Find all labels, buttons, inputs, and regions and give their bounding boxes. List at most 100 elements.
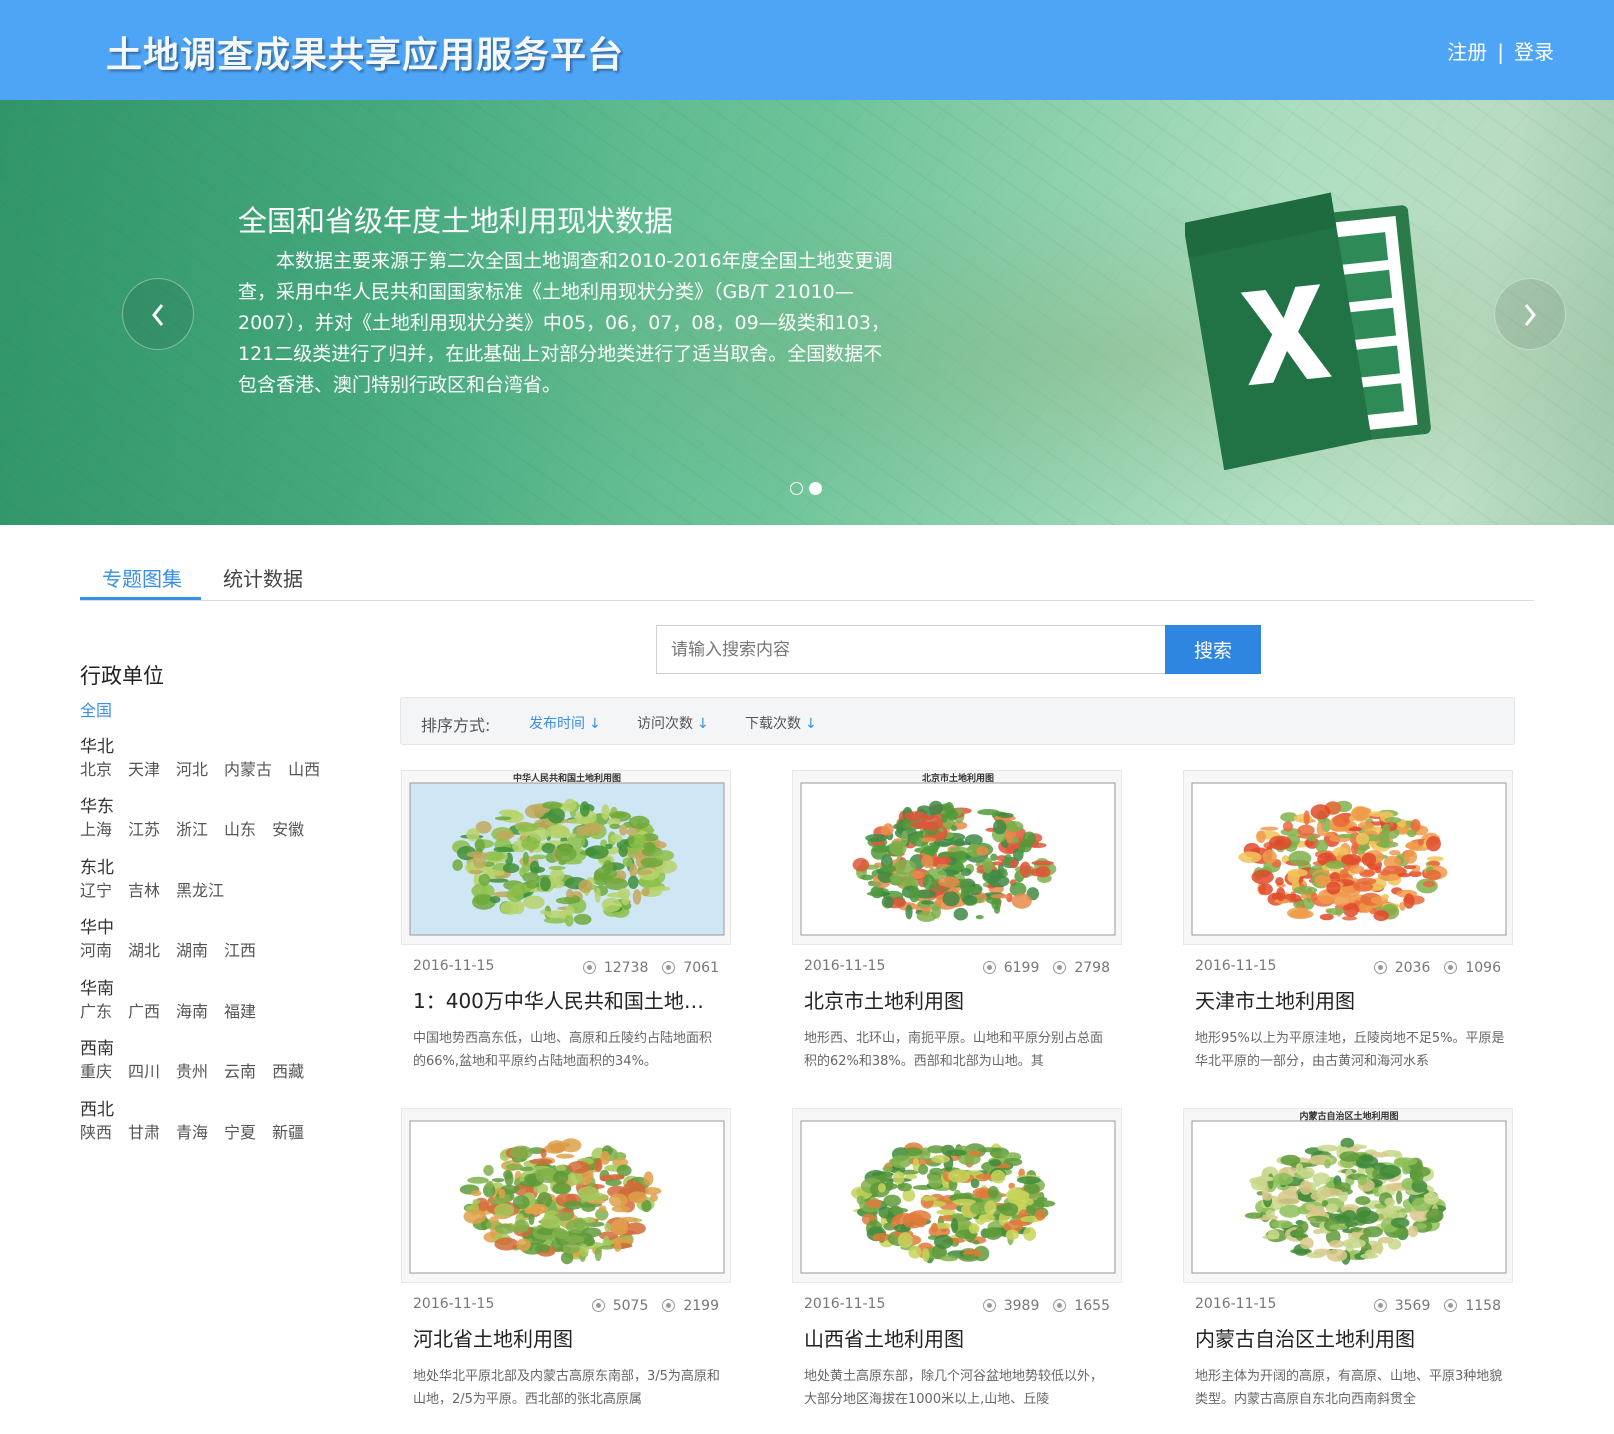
- province-link[interactable]: 内蒙古: [224, 760, 272, 779]
- province-link[interactable]: 福建: [224, 1002, 256, 1021]
- search-button[interactable]: 搜索: [1165, 625, 1261, 674]
- map-thumbnail[interactable]: [401, 1108, 731, 1283]
- land-use-map-image: 中华人民共和国土地利用图: [409, 772, 725, 936]
- province-link[interactable]: 贵州: [176, 1062, 208, 1081]
- site-title[interactable]: 土地调查成果共享应用服务平台: [106, 26, 624, 78]
- province-link[interactable]: 宁夏: [224, 1123, 256, 1142]
- map-thumbnail[interactable]: 中华人民共和国土地利用图: [401, 770, 731, 945]
- map-card[interactable]: 2016-11-15 3989 1655 山西省土地利用图 地处黄土高原东部，除几个河谷…: [792, 1108, 1122, 1423]
- map-card[interactable]: 2016-11-15 5075 2199 河北省土地利用图 地处华北平原北部及内蒙古高原…: [401, 1108, 731, 1423]
- card-title[interactable]: 山西省土地利用图: [804, 1323, 1114, 1352]
- view-count-icon: [982, 961, 996, 974]
- tab-statistics[interactable]: 统计数据: [223, 563, 303, 592]
- carousel-next-button[interactable]: [1494, 278, 1566, 350]
- card-stats: 2036 1096: [1360, 960, 1501, 976]
- register-link[interactable]: 注册: [1447, 40, 1487, 64]
- region-name[interactable]: 华中: [80, 913, 272, 938]
- province-link[interactable]: 上海: [80, 820, 112, 839]
- map-thumbnail[interactable]: 北京市土地利用图: [792, 770, 1122, 945]
- download-count: 1655: [1074, 1298, 1110, 1314]
- province-link[interactable]: 云南: [224, 1062, 256, 1081]
- province-link[interactable]: 新疆: [272, 1123, 304, 1142]
- province-link[interactable]: 广东: [80, 1002, 112, 1021]
- province-link[interactable]: 河北: [176, 760, 208, 779]
- province-link[interactable]: 广西: [128, 1002, 160, 1021]
- land-use-map-image: 北京市土地利用图: [800, 772, 1116, 936]
- province-link[interactable]: 山西: [288, 760, 320, 779]
- region-name[interactable]: 西南: [80, 1034, 320, 1059]
- region-group: 东北辽宁 吉林 黑龙江: [80, 853, 240, 901]
- view-count-icon: [982, 1299, 996, 1312]
- province-link[interactable]: 安徽: [272, 820, 304, 839]
- province-link[interactable]: 辽宁: [80, 881, 112, 900]
- province-link[interactable]: 黑龙江: [176, 881, 224, 900]
- view-count: 6199: [1003, 960, 1040, 976]
- province-link[interactable]: 山东: [224, 820, 256, 839]
- download-count: 7061: [683, 960, 719, 976]
- card-title[interactable]: 天津市土地利用图: [1195, 985, 1505, 1014]
- banner-title: 全国和省级年度土地利用现状数据: [238, 204, 674, 238]
- region-group: 西北陕西 甘肃 青海 宁夏 新疆: [80, 1095, 320, 1143]
- region-group: 华东上海 江苏 浙江 山东 安徽: [80, 792, 320, 840]
- card-description: 地处华北平原北部及内蒙古高原东南部，3/5为高原和山地，2/5为平原。西北部的张…: [413, 1369, 720, 1407]
- card-title[interactable]: 内蒙古自治区土地利用图: [1195, 1323, 1505, 1352]
- region-name[interactable]: 西北: [80, 1095, 320, 1120]
- sidebar-item-nation[interactable]: 全国: [80, 697, 112, 721]
- province-link[interactable]: 江西: [224, 941, 256, 960]
- province-link[interactable]: 湖南: [176, 941, 208, 960]
- login-link[interactable]: 登录: [1514, 40, 1554, 64]
- province-link[interactable]: 吉林: [128, 881, 160, 900]
- auth-separator: |: [1497, 40, 1504, 64]
- arrow-down-icon: ↓: [589, 716, 601, 732]
- province-link[interactable]: 江苏: [128, 820, 160, 839]
- province-link[interactable]: 浙江: [176, 820, 208, 839]
- region-group: 华南广东 广西 海南 福建: [80, 974, 272, 1022]
- sort-by-publish-time[interactable]: 发布时间 ↓: [529, 713, 601, 733]
- view-count: 3569: [1394, 1298, 1431, 1314]
- province-link[interactable]: 重庆: [80, 1062, 112, 1081]
- map-card[interactable]: 内蒙古自治区土地利用图 2016-11-15 3569 1158 内蒙古自治区土地利用图…: [1183, 1108, 1513, 1423]
- carousel-prev-button[interactable]: [122, 278, 194, 350]
- card-title[interactable]: 1：400万中华人民共和国土地利用图: [413, 985, 723, 1014]
- card-title[interactable]: 河北省土地利用图: [413, 1323, 723, 1352]
- tab-thematic-atlas[interactable]: 专题图集: [102, 563, 182, 592]
- map-card[interactable]: 北京市土地利用图 2016-11-15 6199 2798 北京市土地利用图 地形西、北环…: [792, 770, 1122, 1085]
- sort-by-downloads[interactable]: 下载次数 ↓: [745, 713, 817, 733]
- province-link[interactable]: 河南: [80, 941, 112, 960]
- province-link[interactable]: 天津: [128, 760, 160, 779]
- province-link[interactable]: 西藏: [272, 1062, 304, 1081]
- map-card[interactable]: 中华人民共和国土地利用图 2016-11-15 12738 7061 1：400万中华人…: [401, 770, 731, 1085]
- province-link[interactable]: 海南: [176, 1002, 208, 1021]
- region-name[interactable]: 华南: [80, 974, 272, 999]
- region-name[interactable]: 东北: [80, 853, 240, 878]
- publish-date: 2016-11-15: [804, 958, 886, 974]
- publish-date: 2016-11-15: [1195, 1296, 1277, 1312]
- map-thumbnail[interactable]: 内蒙古自治区土地利用图: [1183, 1108, 1513, 1283]
- sort-by-visits[interactable]: 访问次数 ↓: [637, 713, 709, 733]
- province-link[interactable]: 四川: [128, 1062, 160, 1081]
- banner-carousel[interactable]: 全国和省级年度土地利用现状数据 本数据主要来源于第二次全国土地调查和2010-2…: [0, 100, 1614, 525]
- carousel-dot-2[interactable]: [809, 482, 822, 495]
- map-thumbnail[interactable]: [792, 1108, 1122, 1283]
- download-count-icon: [662, 1299, 676, 1312]
- map-thumbnail-title: 中华人民共和国土地利用图: [513, 772, 621, 784]
- card-description: 地形主体为开阔的高原，有高原、山地、平原3种地貌类型。内蒙古高原自东北向西南斜贯…: [1195, 1369, 1503, 1407]
- search-input[interactable]: [656, 625, 1166, 674]
- chevron-left-icon: [152, 304, 164, 326]
- sort-label: 排序方式:: [421, 716, 491, 735]
- province-link[interactable]: 陕西: [80, 1123, 112, 1142]
- card-title[interactable]: 北京市土地利用图: [804, 985, 1114, 1014]
- province-link[interactable]: 湖北: [128, 941, 160, 960]
- category-tabs: 专题图集 统计数据: [80, 545, 1534, 601]
- view-count: 3989: [1003, 1298, 1040, 1314]
- province-link[interactable]: 北京: [80, 760, 112, 779]
- view-count-icon: [591, 1299, 605, 1312]
- province-link[interactable]: 甘肃: [128, 1123, 160, 1142]
- province-link[interactable]: 青海: [176, 1123, 208, 1142]
- region-name[interactable]: 华东: [80, 792, 320, 817]
- carousel-dot-1[interactable]: [790, 482, 803, 495]
- region-name[interactable]: 华北: [80, 732, 336, 757]
- map-thumbnail[interactable]: [1183, 770, 1513, 945]
- map-card[interactable]: 2016-11-15 2036 1096 天津市土地利用图 地形95%以上为平原洼地，丘…: [1183, 770, 1513, 1085]
- view-count: 5075: [612, 1298, 649, 1314]
